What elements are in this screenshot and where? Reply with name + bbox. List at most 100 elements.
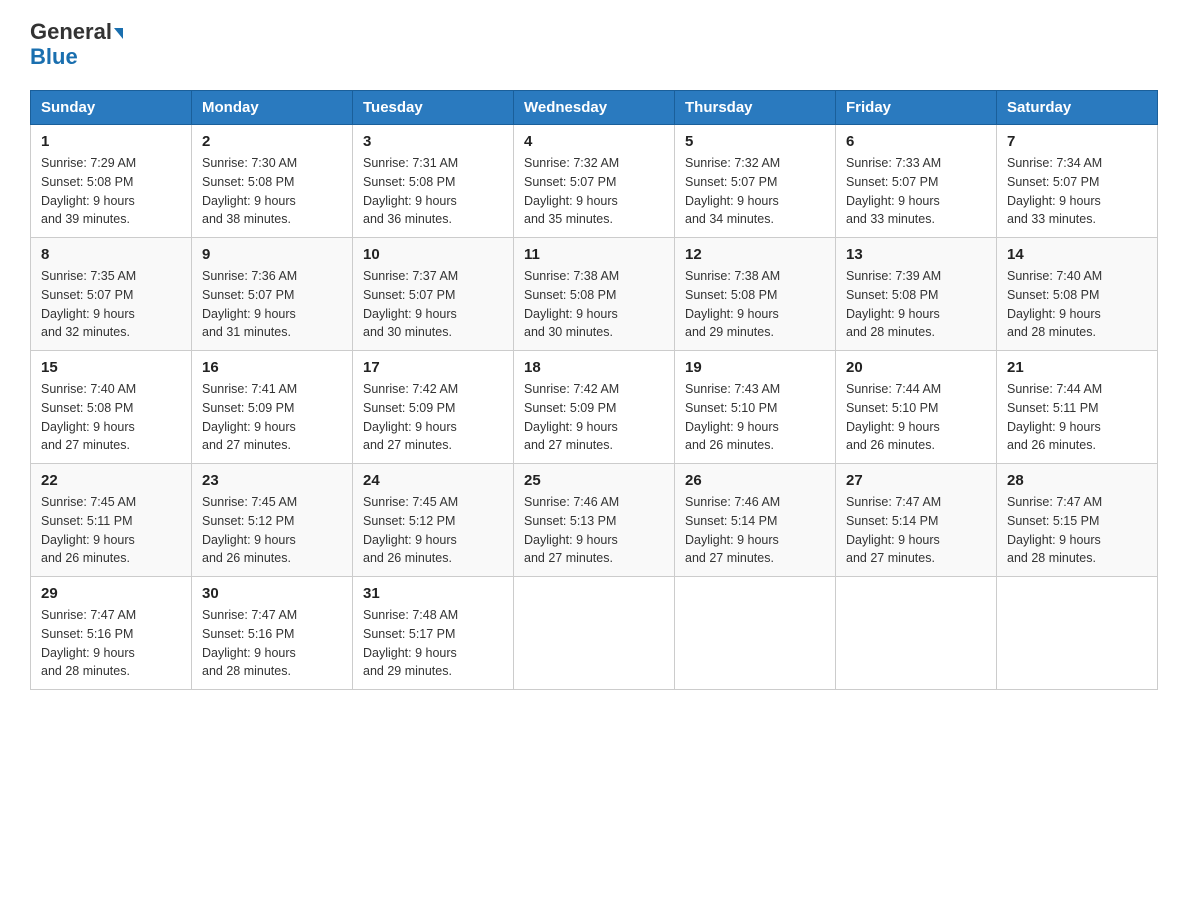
day-info: Sunrise: 7:38 AMSunset: 5:08 PMDaylight:… [685, 267, 825, 342]
week-row: 29 Sunrise: 7:47 AMSunset: 5:16 PMDayligh… [31, 577, 1158, 690]
day-info: Sunrise: 7:45 AMSunset: 5:12 PMDaylight:… [363, 493, 503, 568]
day-number: 2 [202, 133, 342, 150]
day-number: 19 [685, 359, 825, 376]
day-cell: 31 Sunrise: 7:48 AMSunset: 5:17 PMDayligh… [353, 577, 514, 690]
day-info: Sunrise: 7:45 AMSunset: 5:12 PMDaylight:… [202, 493, 342, 568]
day-cell: 3 Sunrise: 7:31 AMSunset: 5:08 PMDaylight… [353, 125, 514, 238]
column-header-tuesday: Tuesday [353, 91, 514, 125]
day-info: Sunrise: 7:44 AMSunset: 5:10 PMDaylight:… [846, 380, 986, 455]
day-cell: 2Sunrise: 7:30 AMSunset: 5:08 PMDaylight… [192, 125, 353, 238]
week-row: 8 Sunrise: 7:35 AMSunset: 5:07 PMDaylight… [31, 238, 1158, 351]
day-cell: 4 Sunrise: 7:32 AMSunset: 5:07 PMDaylight… [514, 125, 675, 238]
day-number: 1 [41, 133, 181, 150]
logo-arrow-icon [114, 28, 123, 39]
day-cell: 11 Sunrise: 7:38 AMSunset: 5:08 PMDayligh… [514, 238, 675, 351]
day-number: 29 [41, 585, 181, 602]
day-number: 28 [1007, 472, 1147, 489]
day-info: Sunrise: 7:31 AMSunset: 5:08 PMDaylight:… [363, 154, 503, 229]
day-info: Sunrise: 7:35 AMSunset: 5:07 PMDaylight:… [41, 267, 181, 342]
day-cell: 30Sunrise: 7:47 AMSunset: 5:16 PMDayligh… [192, 577, 353, 690]
day-cell [836, 577, 997, 690]
logo: General Blue [30, 20, 123, 70]
day-cell: 6 Sunrise: 7:33 AMSunset: 5:07 PMDaylight… [836, 125, 997, 238]
day-info: Sunrise: 7:47 AMSunset: 5:14 PMDaylight:… [846, 493, 986, 568]
day-info: Sunrise: 7:39 AMSunset: 5:08 PMDaylight:… [846, 267, 986, 342]
day-info: Sunrise: 7:42 AMSunset: 5:09 PMDaylight:… [363, 380, 503, 455]
day-info: Sunrise: 7:43 AMSunset: 5:10 PMDaylight:… [685, 380, 825, 455]
day-cell: 23 Sunrise: 7:45 AMSunset: 5:12 PMDayligh… [192, 464, 353, 577]
day-info: Sunrise: 7:36 AMSunset: 5:07 PMDaylight:… [202, 267, 342, 342]
day-number: 31 [363, 585, 503, 602]
day-cell: 21 Sunrise: 7:44 AMSunset: 5:11 PMDayligh… [997, 351, 1158, 464]
day-number: 21 [1007, 359, 1147, 376]
day-cell: 8 Sunrise: 7:35 AMSunset: 5:07 PMDaylight… [31, 238, 192, 351]
day-cell: 12 Sunrise: 7:38 AMSunset: 5:08 PMDayligh… [675, 238, 836, 351]
day-info: Sunrise: 7:45 AMSunset: 5:11 PMDaylight:… [41, 493, 181, 568]
day-number: 4 [524, 133, 664, 150]
day-number: 27 [846, 472, 986, 489]
day-cell [514, 577, 675, 690]
day-number: 8 [41, 246, 181, 263]
day-number: 22 [41, 472, 181, 489]
week-row: 1 Sunrise: 7:29 AMSunset: 5:08 PMDaylight… [31, 125, 1158, 238]
day-cell: 26 Sunrise: 7:46 AMSunset: 5:14 PMDayligh… [675, 464, 836, 577]
day-number: 6 [846, 133, 986, 150]
day-cell: 24 Sunrise: 7:45 AMSunset: 5:12 PMDayligh… [353, 464, 514, 577]
day-info: Sunrise: 7:48 AMSunset: 5:17 PMDaylight:… [363, 606, 503, 681]
day-info: Sunrise: 7:46 AMSunset: 5:14 PMDaylight:… [685, 493, 825, 568]
day-cell [997, 577, 1158, 690]
day-cell: 17 Sunrise: 7:42 AMSunset: 5:09 PMDayligh… [353, 351, 514, 464]
day-cell: 18 Sunrise: 7:42 AMSunset: 5:09 PMDayligh… [514, 351, 675, 464]
week-row: 22 Sunrise: 7:45 AMSunset: 5:11 PMDayligh… [31, 464, 1158, 577]
logo-blue-text: Blue [30, 44, 78, 70]
logo-text: General [30, 20, 123, 44]
day-number: 7 [1007, 133, 1147, 150]
day-cell: 28 Sunrise: 7:47 AMSunset: 5:15 PMDayligh… [997, 464, 1158, 577]
day-number: 12 [685, 246, 825, 263]
day-info: Sunrise: 7:32 AMSunset: 5:07 PMDaylight:… [685, 154, 825, 229]
day-info: Sunrise: 7:47 AMSunset: 5:15 PMDaylight:… [1007, 493, 1147, 568]
day-info: Sunrise: 7:37 AMSunset: 5:07 PMDaylight:… [363, 267, 503, 342]
calendar-table: SundayMondayTuesdayWednesdayThursdayFrid… [30, 90, 1158, 690]
day-info: Sunrise: 7:42 AMSunset: 5:09 PMDaylight:… [524, 380, 664, 455]
day-number: 23 [202, 472, 342, 489]
day-info: Sunrise: 7:29 AMSunset: 5:08 PMDaylight:… [41, 154, 181, 229]
page-header: General Blue [30, 20, 1158, 70]
day-cell: 9 Sunrise: 7:36 AMSunset: 5:07 PMDaylight… [192, 238, 353, 351]
day-number: 3 [363, 133, 503, 150]
day-cell: 20Sunrise: 7:44 AMSunset: 5:10 PMDayligh… [836, 351, 997, 464]
day-number: 30 [202, 585, 342, 602]
day-info: Sunrise: 7:44 AMSunset: 5:11 PMDaylight:… [1007, 380, 1147, 455]
day-number: 15 [41, 359, 181, 376]
day-number: 13 [846, 246, 986, 263]
day-cell: 14Sunrise: 7:40 AMSunset: 5:08 PMDayligh… [997, 238, 1158, 351]
day-cell: 10 Sunrise: 7:37 AMSunset: 5:07 PMDayligh… [353, 238, 514, 351]
day-info: Sunrise: 7:47 AMSunset: 5:16 PMDaylight:… [41, 606, 181, 681]
day-info: Sunrise: 7:41 AMSunset: 5:09 PMDaylight:… [202, 380, 342, 455]
day-number: 17 [363, 359, 503, 376]
day-number: 5 [685, 133, 825, 150]
day-number: 26 [685, 472, 825, 489]
day-number: 11 [524, 246, 664, 263]
day-number: 24 [363, 472, 503, 489]
day-number: 10 [363, 246, 503, 263]
day-info: Sunrise: 7:40 AMSunset: 5:08 PMDaylight:… [41, 380, 181, 455]
day-cell: 13 Sunrise: 7:39 AMSunset: 5:08 PMDayligh… [836, 238, 997, 351]
day-info: Sunrise: 7:38 AMSunset: 5:08 PMDaylight:… [524, 267, 664, 342]
day-number: 18 [524, 359, 664, 376]
day-cell: 16Sunrise: 7:41 AMSunset: 5:09 PMDayligh… [192, 351, 353, 464]
column-header-thursday: Thursday [675, 91, 836, 125]
day-info: Sunrise: 7:32 AMSunset: 5:07 PMDaylight:… [524, 154, 664, 229]
day-info: Sunrise: 7:40 AMSunset: 5:08 PMDaylight:… [1007, 267, 1147, 342]
column-header-monday: Monday [192, 91, 353, 125]
day-info: Sunrise: 7:33 AMSunset: 5:07 PMDaylight:… [846, 154, 986, 229]
day-info: Sunrise: 7:46 AMSunset: 5:13 PMDaylight:… [524, 493, 664, 568]
column-header-wednesday: Wednesday [514, 91, 675, 125]
day-cell: 29 Sunrise: 7:47 AMSunset: 5:16 PMDayligh… [31, 577, 192, 690]
day-number: 9 [202, 246, 342, 263]
week-row: 15 Sunrise: 7:40 AMSunset: 5:08 PMDayligh… [31, 351, 1158, 464]
header-row: SundayMondayTuesdayWednesdayThursdayFrid… [31, 91, 1158, 125]
day-info: Sunrise: 7:34 AMSunset: 5:07 PMDaylight:… [1007, 154, 1147, 229]
day-number: 25 [524, 472, 664, 489]
day-cell: 15 Sunrise: 7:40 AMSunset: 5:08 PMDayligh… [31, 351, 192, 464]
